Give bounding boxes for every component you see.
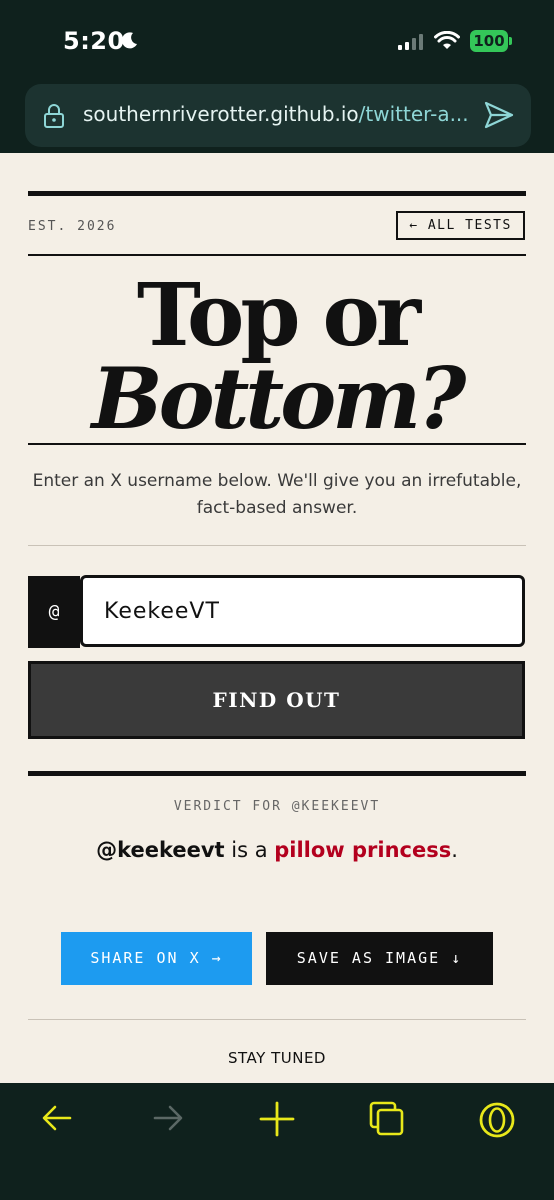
verdict-connector: is a — [224, 838, 275, 862]
url-host: southernriverotter.github.io — [83, 102, 359, 126]
share-on-x-button[interactable]: SHARE ON X → — [61, 932, 252, 985]
result-rule — [28, 771, 526, 776]
cellular-signal-icon — [398, 34, 423, 50]
url-text[interactable]: southernriverotter.github.io/twitter-a..… — [83, 102, 483, 126]
stay-tuned-heading: STAY TUNED — [228, 1049, 326, 1067]
moon-icon — [121, 32, 137, 49]
username-input[interactable] — [80, 575, 525, 647]
opera-menu-icon[interactable] — [478, 1101, 516, 1139]
verdict-label: VERDICT FOR @KEEKEEVT — [173, 799, 381, 814]
browser-top-chrome: 5:20 100 southernriverotter.github.io/tw… — [0, 0, 554, 153]
tabs-icon[interactable] — [369, 1101, 405, 1137]
verdict-text: @keekeevt is a pillow princess. — [0, 838, 554, 862]
wifi-icon — [434, 31, 460, 49]
est-label: EST. 2026 — [28, 219, 117, 234]
top-rule — [28, 191, 526, 196]
battery-indicator: 100 — [470, 30, 508, 52]
page-content: EST. 2026 ← ALL TESTS Top or Bottom? Ent… — [0, 153, 554, 1083]
page-title-line-2: Bottom? — [91, 349, 467, 448]
divider — [28, 1019, 526, 1020]
back-arrow-icon[interactable] — [40, 1101, 74, 1135]
verdict-end: . — [451, 838, 458, 862]
lock-icon — [44, 104, 64, 128]
browser-toolbar — [0, 1083, 554, 1200]
status-time: 5:20 — [63, 27, 125, 55]
verdict-handle: @keekeevt — [96, 838, 225, 862]
url-path: /twitter-a... — [358, 102, 469, 126]
page-subtitle: Enter an X username below. We'll give yo… — [32, 471, 522, 518]
header-rule — [28, 254, 526, 256]
title-rule — [28, 443, 526, 445]
send-icon[interactable] — [484, 101, 514, 129]
find-out-button[interactable]: FIND OUT — [28, 661, 525, 739]
save-as-image-button[interactable]: SAVE AS IMAGE ↓ — [266, 932, 493, 985]
address-bar[interactable]: southernriverotter.github.io/twitter-a..… — [25, 84, 531, 147]
new-tab-plus-icon[interactable] — [259, 1101, 295, 1137]
all-tests-button[interactable]: ← ALL TESTS — [396, 211, 525, 240]
forward-arrow-icon[interactable] — [151, 1101, 185, 1135]
verdict-result: pillow princess — [274, 838, 452, 862]
battery-nub — [509, 37, 512, 45]
at-prefix: @ — [28, 576, 80, 648]
divider — [28, 545, 526, 546]
